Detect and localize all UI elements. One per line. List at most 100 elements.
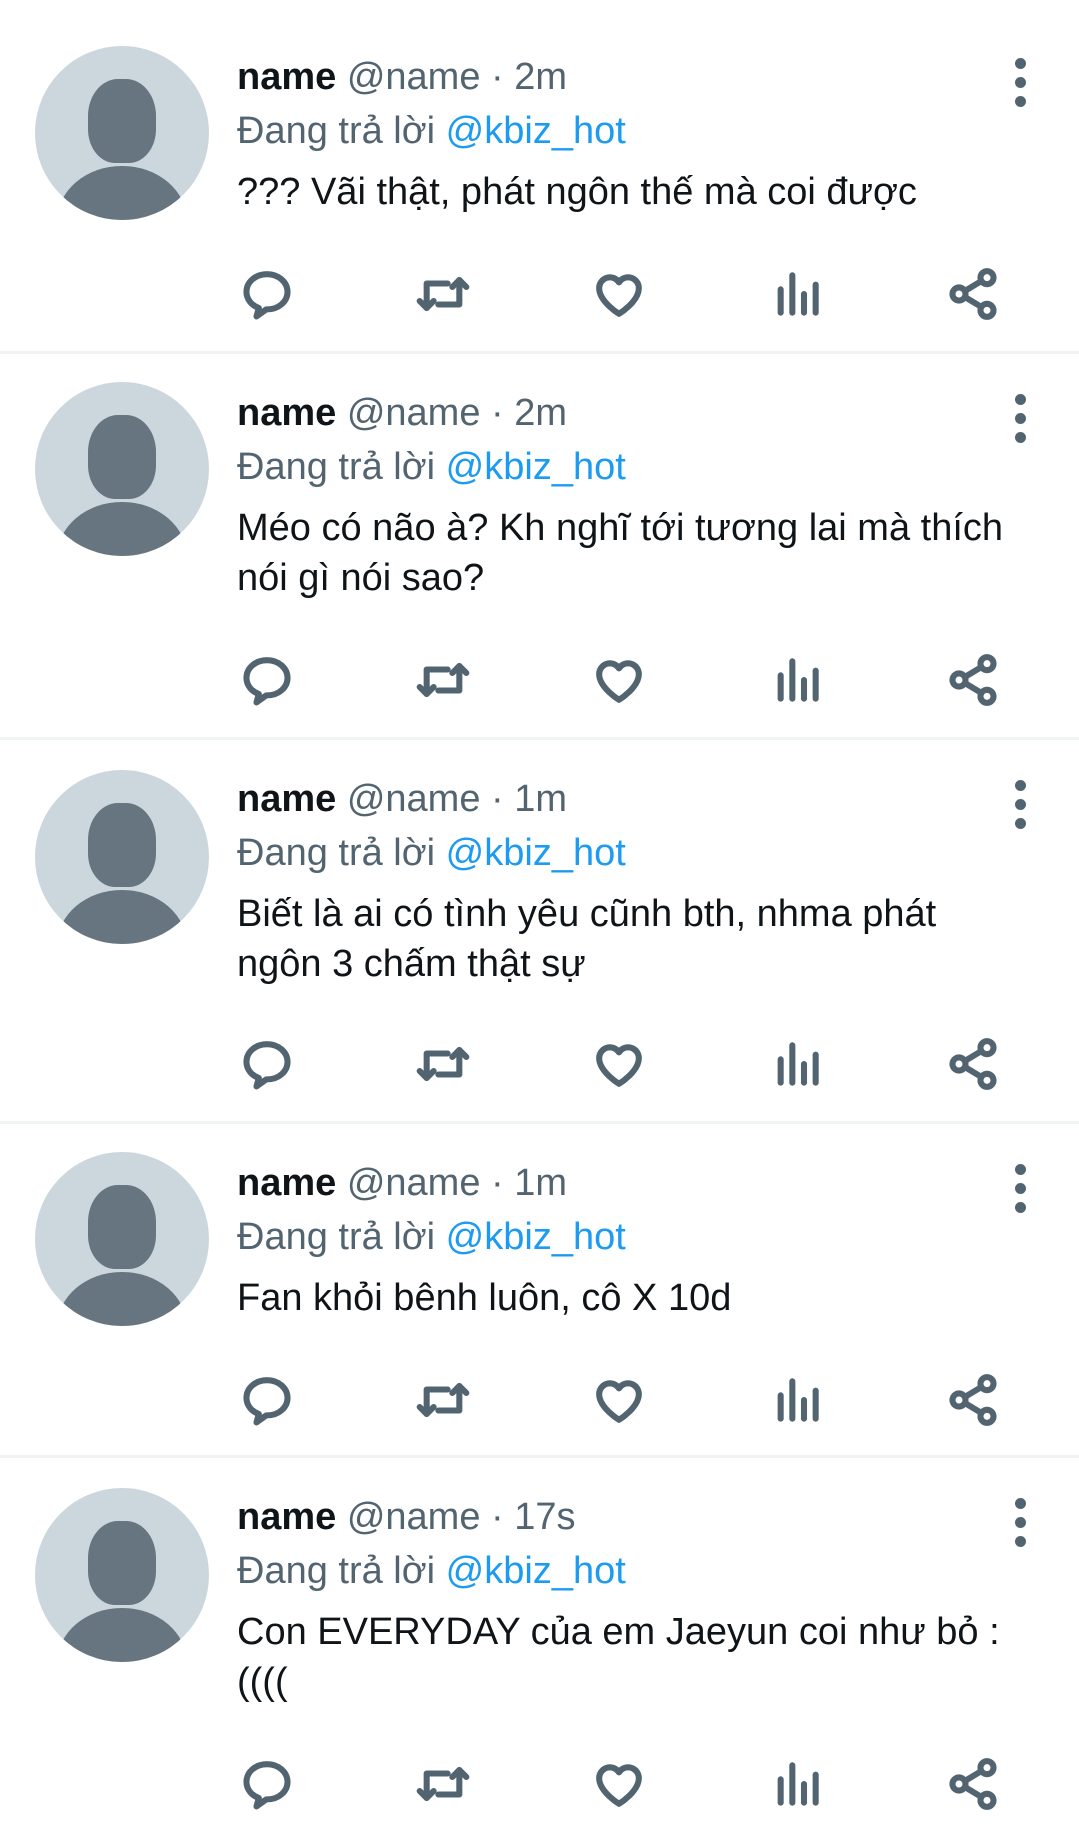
separator: · [491, 392, 504, 434]
views-button[interactable] [767, 1034, 827, 1094]
reply-icon [243, 271, 291, 320]
like-button[interactable] [589, 1754, 649, 1814]
tweet-actions [237, 1034, 1007, 1094]
replying-to-label: Đang trả lời [237, 1216, 436, 1258]
replying-to-label: Đang trả lời [237, 110, 436, 152]
share-icon [949, 654, 997, 706]
share-button[interactable] [943, 1370, 1003, 1430]
views-icon [777, 1378, 819, 1422]
user-handle[interactable]: @name [347, 392, 481, 434]
replying-to: Đang trả lời @kbiz_hot [237, 1214, 1039, 1260]
replying-to: Đang trả lời @kbiz_hot [237, 830, 1039, 876]
display-name[interactable]: name [237, 778, 336, 820]
retweet-button[interactable] [413, 264, 473, 324]
share-button[interactable] [943, 1034, 1003, 1094]
avatar[interactable] [35, 382, 209, 556]
tweet-header: name @name · 1m [237, 1160, 1039, 1206]
heart-icon [596, 274, 642, 317]
tweet[interactable]: name @name · 1m Đang trả lời @kbiz_hot B… [0, 740, 1079, 1124]
reply-mention-link[interactable]: @kbiz_hot [446, 446, 626, 488]
avatar[interactable] [35, 1152, 209, 1326]
user-handle[interactable]: @name [347, 778, 481, 820]
tweet-text: Méo có não à? Kh nghĩ tới tương lai mà t… [237, 507, 1004, 599]
share-button[interactable] [943, 264, 1003, 324]
retweet-button[interactable] [413, 1370, 473, 1430]
more-vertical-icon[interactable] [1015, 394, 1027, 443]
retweet-icon [416, 1382, 470, 1418]
replying-to: Đang trả lời @kbiz_hot [237, 108, 1039, 154]
timestamp[interactable]: 1m [514, 1162, 567, 1204]
timestamp[interactable]: 2m [514, 392, 567, 434]
default-avatar-icon [88, 803, 156, 887]
more-vertical-icon[interactable] [1015, 58, 1027, 107]
share-icon [949, 268, 997, 320]
views-icon [777, 1042, 819, 1086]
retweet-icon [416, 662, 470, 698]
avatar[interactable] [35, 770, 209, 944]
like-button[interactable] [589, 1370, 649, 1430]
user-handle[interactable]: @name [347, 1162, 481, 1204]
replying-to: Đang trả lời @kbiz_hot [237, 1548, 1039, 1594]
more-vertical-icon[interactable] [1015, 1498, 1027, 1547]
tweet[interactable]: name @name · 2m Đang trả lời @kbiz_hot ?… [0, 0, 1079, 354]
share-button[interactable] [943, 650, 1003, 710]
timestamp[interactable]: 17s [514, 1496, 575, 1538]
separator: · [491, 56, 504, 98]
separator: · [491, 1496, 504, 1538]
reply-mention-link[interactable]: @kbiz_hot [446, 832, 626, 874]
share-button[interactable] [943, 1754, 1003, 1814]
replying-to-label: Đang trả lời [237, 832, 436, 874]
replying-to-label: Đang trả lời [237, 1550, 436, 1592]
tweet[interactable]: name @name · 2m Đang trả lời @kbiz_hot M… [0, 354, 1079, 740]
tweet-header: name @name · 17s [237, 1494, 1039, 1540]
reply-button[interactable] [237, 1370, 297, 1430]
views-button[interactable] [767, 1754, 827, 1814]
views-button[interactable] [767, 650, 827, 710]
avatar[interactable] [35, 46, 209, 220]
retweet-button[interactable] [413, 650, 473, 710]
tweet-text: Biết là ai có tình yêu cũnh bth, nhma ph… [237, 893, 937, 985]
tweet-actions [237, 650, 1007, 710]
retweet-button[interactable] [413, 1034, 473, 1094]
reply-mention-link[interactable]: @kbiz_hot [446, 1550, 626, 1592]
display-name[interactable]: name [237, 392, 336, 434]
user-handle[interactable]: @name [347, 1496, 481, 1538]
default-avatar-icon [88, 1185, 156, 1269]
avatar[interactable] [35, 1488, 209, 1662]
tweet-actions [237, 1754, 1007, 1814]
display-name[interactable]: name [237, 1496, 336, 1538]
reply-button[interactable] [237, 1034, 297, 1094]
heart-icon [596, 660, 642, 703]
reply-button[interactable] [237, 1754, 297, 1814]
tweet[interactable]: name @name · 1m Đang trả lời @kbiz_hot F… [0, 1124, 1079, 1458]
separator: · [491, 778, 504, 820]
reply-button[interactable] [237, 264, 297, 324]
user-handle[interactable]: @name [347, 56, 481, 98]
more-vertical-icon[interactable] [1015, 780, 1027, 829]
views-button[interactable] [767, 264, 827, 324]
like-button[interactable] [589, 650, 649, 710]
reply-timeline: name @name · 2m Đang trả lời @kbiz_hot ?… [0, 0, 1079, 1832]
reply-mention-link[interactable]: @kbiz_hot [446, 1216, 626, 1258]
tweet-text: Fan khỏi bênh luôn, cô X 10d [237, 1277, 732, 1319]
tweet-text: Con EVERYDAY của em Jaeyun coi như bỏ :(… [237, 1611, 1000, 1703]
timestamp[interactable]: 1m [514, 778, 567, 820]
display-name[interactable]: name [237, 1162, 336, 1204]
heart-icon [596, 1764, 642, 1807]
tweet-text: ??? Vãi thật, phát ngôn thế mà coi được [237, 171, 917, 213]
tweet-header: name @name · 2m [237, 54, 1039, 100]
timestamp[interactable]: 2m [514, 56, 567, 98]
more-vertical-icon[interactable] [1015, 1164, 1027, 1213]
reply-mention-link[interactable]: @kbiz_hot [446, 110, 626, 152]
like-button[interactable] [589, 264, 649, 324]
default-avatar-icon [88, 415, 156, 499]
like-button[interactable] [589, 1034, 649, 1094]
tweet[interactable]: name @name · 17s Đang trả lời @kbiz_hot … [0, 1458, 1079, 1832]
views-button[interactable] [767, 1370, 827, 1430]
reply-button[interactable] [237, 650, 297, 710]
retweet-button[interactable] [413, 1754, 473, 1814]
reply-icon [243, 1761, 291, 1810]
reply-icon [243, 1377, 291, 1426]
retweet-icon [416, 1046, 470, 1082]
display-name[interactable]: name [237, 56, 336, 98]
